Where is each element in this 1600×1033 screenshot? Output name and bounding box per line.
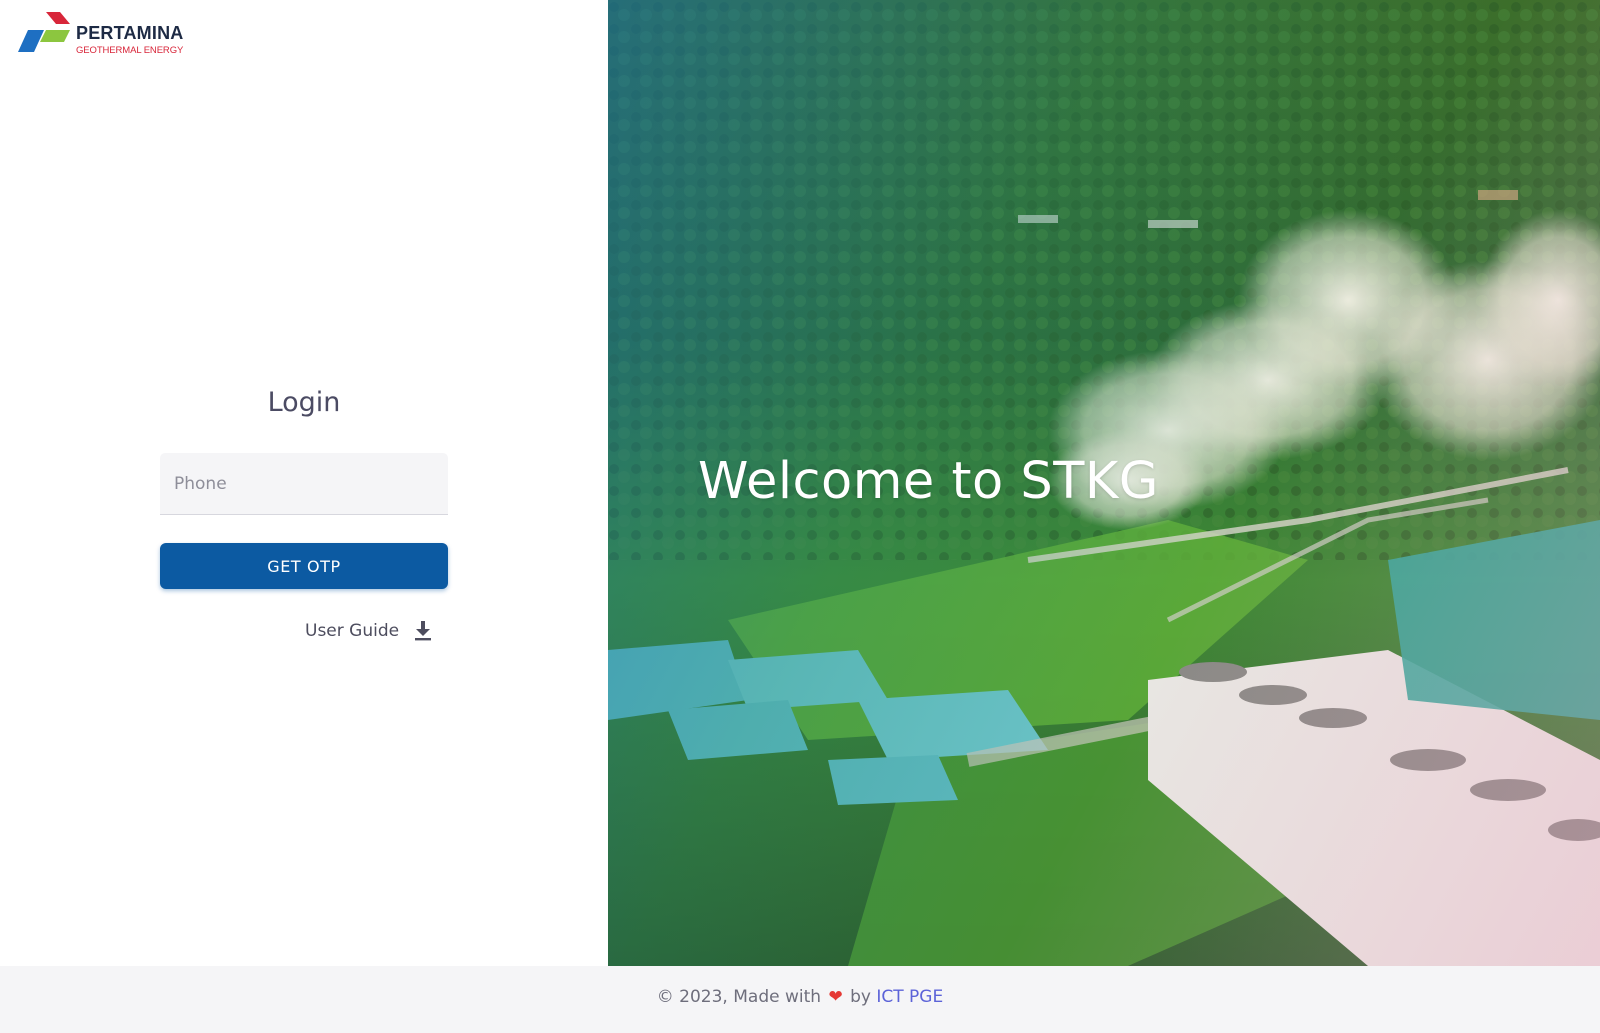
brand-name: PERTAMINA (76, 23, 184, 43)
footer: © 2023, Made with ❤ by ICT PGE (0, 966, 1600, 1033)
heart-icon: ❤ (828, 987, 843, 1007)
pertamina-logo-mark-icon (18, 12, 70, 52)
user-guide-link[interactable]: User Guide (305, 620, 433, 642)
login-title: Login (267, 387, 341, 418)
login-page: PERTAMINA GEOTHERMAL ENERGY Login GET OT… (0, 0, 1600, 1033)
footer-copyright: © 2023, Made with (656, 987, 822, 1007)
get-otp-button[interactable]: GET OTP (160, 543, 448, 589)
footer-text: © 2023, Made with ❤ by ICT PGE (0, 987, 1600, 1007)
footer-by: by (850, 987, 871, 1007)
hero-image: Welcome to STKG (608, 0, 1600, 966)
user-guide-label: User Guide (305, 621, 400, 641)
phone-input[interactable] (160, 453, 448, 515)
pertamina-logo: PERTAMINA GEOTHERMAL ENERGY (18, 12, 183, 56)
download-icon (413, 620, 433, 642)
hero-title: Welcome to STKG (698, 452, 1159, 511)
ict-pge-link[interactable]: ICT PGE (876, 987, 943, 1007)
login-panel: PERTAMINA GEOTHERMAL ENERGY Login GET OT… (0, 0, 608, 966)
brand-subtitle: GEOTHERMAL ENERGY (76, 45, 184, 56)
